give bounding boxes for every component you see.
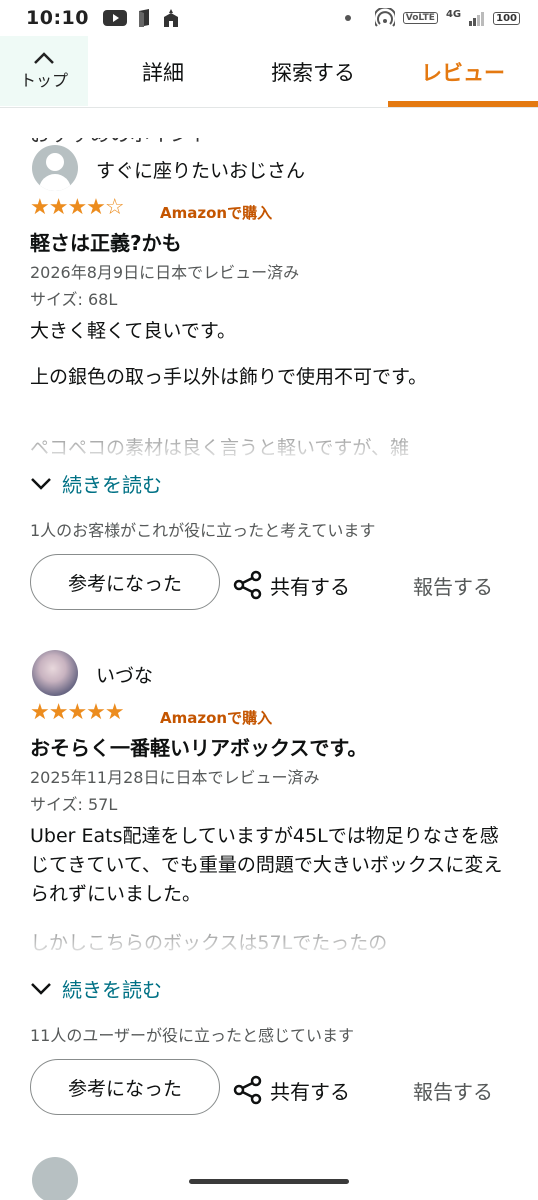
reviewer-name[interactable]: いづな (96, 661, 153, 688)
tab-reviews[interactable]: レビュー (388, 36, 538, 108)
avatar (32, 1157, 78, 1200)
active-tab-indicator (388, 101, 538, 107)
review-size: サイズ: 57L (30, 795, 118, 814)
app-icon (138, 9, 149, 27)
review-faded-text: しかしこちらのボックスは57Lでたったの (30, 929, 510, 961)
dot-icon (344, 15, 351, 21)
notification-icons (102, 9, 181, 27)
verified-purchase-badge: Amazonで購入 (160, 709, 273, 727)
back-to-top-button[interactable]: トップ (0, 36, 88, 106)
product-tab-bar: おすすめのポイント トップ 詳細 探索する レビュー (0, 36, 538, 144)
review-paragraph: 大きく軽くて良いです。 (30, 320, 236, 342)
system-icons: VoLTE 4G 100 (344, 8, 520, 28)
tab-explore[interactable]: 探索する (240, 36, 386, 108)
verified-purchase-badge: Amazonで購入 (160, 204, 273, 222)
chevron-down-icon (31, 477, 51, 490)
back-to-top-label: トップ (19, 71, 68, 90)
review-title: おそらく一番軽いリアボックスです。 (30, 736, 368, 760)
reviewer-name[interactable]: すぐに座りたいおじさん (96, 156, 305, 183)
review-date: 2025年11月28日に日本でレビュー済み (30, 768, 320, 787)
star-rating: ★★★★☆ (30, 195, 125, 220)
home-indicator[interactable] (189, 1179, 349, 1184)
review-size: サイズ: 68L (30, 290, 118, 309)
chevron-up-icon (34, 52, 54, 64)
helpful-button[interactable]: 参考になった (30, 554, 220, 610)
youtube-icon (102, 10, 127, 26)
share-button[interactable]: 共有する (232, 1074, 350, 1106)
scrolled-text-remnant: おすすめのポイント (30, 138, 300, 144)
share-label: 共有する (270, 1079, 350, 1104)
signal-icon (469, 12, 485, 26)
report-link[interactable]: 報告する (413, 1076, 493, 1105)
helpful-count: 1人のお客様がこれが役に立ったと考えています (30, 521, 376, 540)
battery-icon: 100 (493, 11, 520, 25)
avatar (32, 145, 78, 191)
helpful-count: 11人のユーザーが役に立ったと感じています (30, 1026, 355, 1045)
read-more-label: 続きを読む (62, 473, 162, 497)
hotspot-icon (374, 8, 395, 27)
share-icon (233, 570, 262, 600)
report-link[interactable]: 報告する (413, 571, 493, 600)
review-date: 2026年8月9日に日本でレビュー済み (30, 263, 300, 282)
review-paragraph: 上の銀色の取っ手以外は飾りで使用不可です。 (30, 366, 428, 388)
star-rating: ★★★★★ (30, 700, 125, 725)
chevron-down-icon (31, 982, 51, 995)
read-more-link[interactable]: 続きを読む (30, 469, 162, 498)
read-more-label: 続きを読む (62, 978, 162, 1002)
review-title: 軽さは正義?かも (30, 231, 182, 255)
status-bar: 10:10 VoLTE 4G 100 (0, 0, 538, 36)
helpful-button[interactable]: 参考になった (30, 1059, 220, 1115)
castle-icon (163, 9, 178, 27)
network-type: 4G (445, 8, 462, 20)
share-label: 共有する (270, 574, 350, 599)
status-time: 10:10 (26, 7, 89, 29)
tab-details[interactable]: 詳細 (110, 36, 216, 108)
avatar (32, 650, 78, 696)
share-icon (233, 1075, 262, 1105)
share-button[interactable]: 共有する (232, 569, 350, 601)
review-paragraph: Uber Eats配達をしていますが45Lでは物足りなさを感じてきていて、でも重… (30, 825, 503, 905)
review-faded-text: ペコペコの素材は良く言うと軽いですが、雑 (30, 434, 510, 466)
read-more-link[interactable]: 続きを読む (30, 974, 162, 1003)
volte-icon: VoLTE (402, 12, 438, 24)
